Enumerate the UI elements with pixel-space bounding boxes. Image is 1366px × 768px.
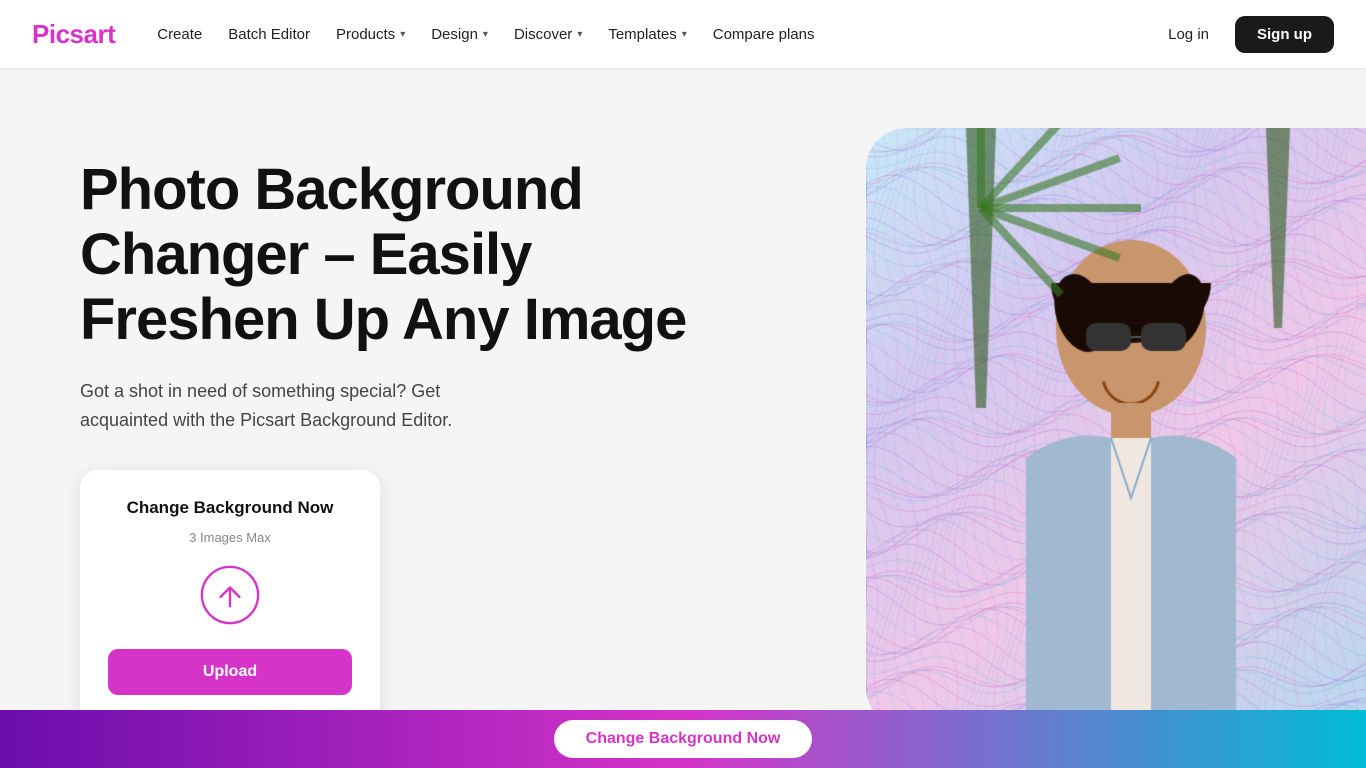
nav-discover[interactable]: Discover ▾: [504, 20, 592, 49]
upload-card-title: Change Background Now: [127, 498, 334, 518]
nav-create[interactable]: Create: [147, 20, 212, 49]
upload-card: Change Background Now 3 Images Max Uploa…: [80, 470, 380, 723]
bottom-bar-cta-button[interactable]: Change Background Now: [554, 720, 813, 758]
templates-chevron-icon: ▾: [682, 29, 687, 40]
navbar-right: Log in Sign up: [1154, 16, 1334, 53]
bottom-bar: Change Background Now: [0, 710, 1366, 768]
nav-products[interactable]: Products ▾: [326, 20, 415, 49]
design-chevron-icon: ▾: [483, 29, 488, 40]
login-button[interactable]: Log in: [1154, 18, 1223, 51]
logo[interactable]: Picsart: [32, 19, 115, 50]
discover-chevron-icon: ▾: [577, 29, 582, 40]
navbar: Picsart Create Batch Editor Products ▾ D…: [0, 0, 1366, 68]
hero-content: Photo Background Changer – Easily Freshe…: [80, 148, 730, 723]
upload-card-subtitle: 3 Images Max: [189, 530, 271, 545]
nav-batch-editor[interactable]: Batch Editor: [218, 20, 320, 49]
navbar-left: Picsart Create Batch Editor Products ▾ D…: [32, 19, 824, 50]
nav-templates[interactable]: Templates ▾: [598, 20, 696, 49]
nav-compare-plans[interactable]: Compare plans: [703, 20, 825, 49]
hero-image: [866, 128, 1366, 728]
hero-subtitle: Got a shot in need of something special?…: [80, 377, 500, 435]
upload-icon-wrapper: [198, 563, 262, 627]
upload-cloud-icon: [200, 565, 260, 625]
hero-image-canvas: [866, 128, 1366, 728]
hero-section: Photo Background Changer – Easily Freshe…: [0, 68, 1366, 768]
nav-links: Create Batch Editor Products ▾ Design ▾ …: [147, 20, 824, 49]
upload-button[interactable]: Upload: [108, 649, 352, 695]
products-chevron-icon: ▾: [400, 29, 405, 40]
signup-button[interactable]: Sign up: [1235, 16, 1334, 53]
nav-design[interactable]: Design ▾: [421, 20, 498, 49]
hero-title: Photo Background Changer – Easily Freshe…: [80, 158, 730, 353]
